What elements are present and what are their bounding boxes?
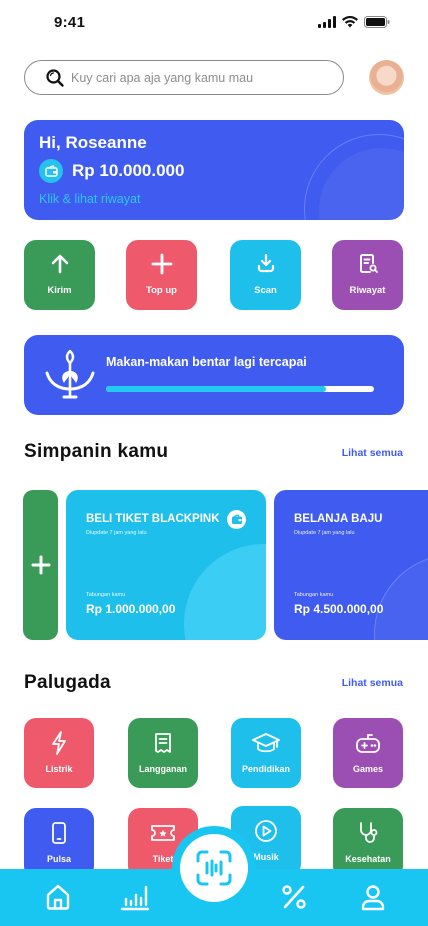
saving-name: BELI TIKET BLACKPINK — [86, 513, 220, 525]
listrik-button[interactable]: Listrik — [24, 718, 94, 788]
home-screen: 9:41 Hi, Roseanne Rp 10.000.000 Klik & l… — [0, 0, 428, 926]
games-label: Games — [352, 764, 384, 774]
balance-card[interactable]: Hi, Roseanne Rp 10.000.000 Klik & lihat … — [24, 120, 404, 220]
phone-icon — [52, 822, 66, 844]
goal-progress-fill — [106, 386, 326, 392]
scan-icon — [196, 850, 232, 886]
palugada-see-all-link[interactable]: Lihat semua — [342, 677, 403, 689]
saving-updated: Diupdate 7 jam yang lalu — [86, 530, 147, 536]
history-link[interactable]: Klik & lihat riwayat — [39, 192, 140, 206]
plus-icon — [31, 555, 50, 575]
goal-banner[interactable]: Makan-makan bentar lagi tercapai — [24, 335, 404, 415]
search-icon — [46, 68, 64, 87]
arrow-up-icon — [51, 254, 68, 274]
pendidikan-button[interactable]: Pendidikan — [231, 718, 301, 788]
kirim-label: Kirim — [47, 285, 72, 296]
saving-target-label: Tabungan kamu — [294, 592, 334, 598]
balance-amount: Rp 10.000.000 — [72, 161, 185, 180]
scan-label: Scan — [254, 285, 277, 296]
langganan-label: Langganan — [138, 764, 187, 774]
langganan-button[interactable]: Langganan — [128, 718, 198, 788]
stethoscope-icon — [360, 822, 378, 843]
wifi-icon — [342, 16, 358, 28]
pulsa-label: Pulsa — [46, 854, 71, 864]
savings-see-all-link[interactable]: Lihat semua — [342, 447, 403, 459]
saving-updated: Diupdate 7 jam yang lalu — [294, 530, 355, 536]
add-saving-button[interactable] — [23, 490, 58, 640]
saving-name: BELANJA BAJU — [294, 513, 383, 525]
wallet-icon — [39, 159, 63, 183]
plant-icon — [45, 349, 95, 399]
download-icon — [257, 253, 274, 273]
kesehatan-button[interactable]: Kesehatan — [333, 808, 403, 878]
receipt-search-icon — [359, 254, 378, 273]
saving-target-label: Tabungan kamu — [86, 592, 126, 598]
saving-amount: Rp 1.000.000,00 — [86, 602, 176, 616]
search-input[interactable] — [71, 70, 321, 85]
scan-fab-button[interactable] — [180, 834, 248, 902]
pendidikan-label: Pendidikan — [241, 764, 290, 774]
top-up-label: Top up — [146, 285, 177, 296]
chart-icon[interactable] — [120, 883, 150, 911]
gamepad-icon — [356, 734, 380, 753]
card-decoration — [374, 554, 428, 640]
plus-icon — [151, 253, 172, 275]
saving-card[interactable]: BELANJA BAJU Diupdate 7 jam yang lalu Ta… — [274, 490, 428, 640]
home-icon[interactable] — [45, 883, 71, 911]
top-up-button[interactable]: Top up — [126, 240, 197, 310]
kirim-button[interactable]: Kirim — [24, 240, 95, 310]
graduation-cap-icon — [252, 733, 280, 753]
riwayat-button[interactable]: Riwayat — [332, 240, 403, 310]
percent-icon[interactable] — [280, 883, 308, 911]
greeting: Hi, Roseanne — [39, 133, 147, 152]
goal-progress-track — [106, 386, 374, 392]
kesehatan-label: Kesehatan — [345, 854, 391, 864]
lightning-icon — [52, 731, 66, 755]
saving-card[interactable]: BELI TIKET BLACKPINK Diupdate 7 jam yang… — [66, 490, 266, 640]
subscription-icon — [155, 733, 171, 753]
status-icons — [318, 16, 390, 28]
ticket-icon — [151, 825, 175, 841]
card-decoration-ring — [304, 134, 404, 220]
play-icon — [255, 820, 277, 842]
ticket-icon — [227, 510, 246, 529]
goal-title: Makan-makan bentar lagi tercapai — [106, 355, 307, 369]
status-time: 9:41 — [54, 14, 86, 31]
riwayat-label: Riwayat — [349, 285, 386, 296]
avatar[interactable] — [369, 60, 404, 95]
pulsa-button[interactable]: Pulsa — [24, 808, 94, 878]
status-bar: 9:41 — [0, 0, 428, 46]
palugada-title: Palugada — [24, 672, 111, 693]
card-decoration — [184, 544, 266, 640]
saving-amount: Rp 4.500.000,00 — [294, 602, 384, 616]
signal-icon — [318, 16, 336, 28]
listrik-label: Listrik — [45, 764, 73, 774]
games-button[interactable]: Games — [333, 718, 403, 788]
savings-title: Simpanin kamu — [24, 441, 169, 462]
search-bar[interactable] — [24, 60, 344, 95]
battery-icon — [364, 16, 390, 28]
scan-button[interactable]: Scan — [230, 240, 301, 310]
profile-icon[interactable] — [360, 883, 386, 911]
